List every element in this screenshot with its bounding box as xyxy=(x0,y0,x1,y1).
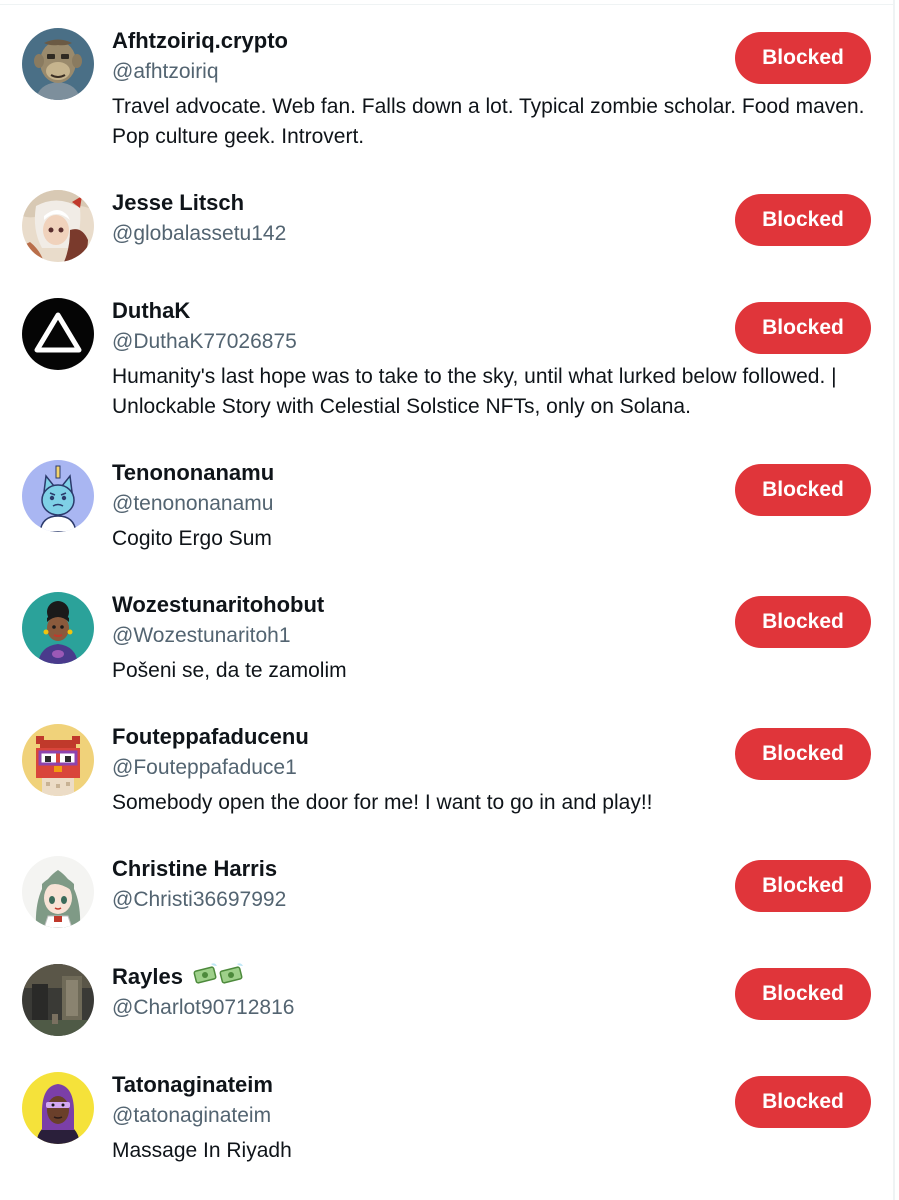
blocked-button[interactable]: Blocked xyxy=(735,194,871,246)
anime-art-avatar[interactable] xyxy=(22,190,94,262)
user-bio: Somebody open the door for me! I want to… xyxy=(112,791,653,814)
user-handle[interactable]: @Charlot90712816 xyxy=(112,993,294,1023)
user-handle[interactable]: @afhtzoiriq xyxy=(112,57,219,87)
blocked-button[interactable]: Blocked xyxy=(735,728,871,780)
blocked-button[interactable]: Blocked xyxy=(735,464,871,516)
user-display-name[interactable]: Tatonaginateim xyxy=(112,1070,273,1100)
user-display-name[interactable]: Rayles xyxy=(112,962,245,994)
user-bio: Travel advocate. Web fan. Falls down a l… xyxy=(112,95,865,148)
user-cell[interactable]: Tenononanamu @tenononanamu Cogito Ergo S… xyxy=(0,460,893,580)
user-bio: Cogito Ergo Sum xyxy=(112,527,272,550)
illustrated-woman-avatar[interactable] xyxy=(22,592,94,664)
user-handle[interactable]: @tatonaginateim xyxy=(112,1101,271,1131)
user-handle[interactable]: @Fouteppafaduce1 xyxy=(112,753,297,783)
user-handle[interactable]: @Christi36697992 xyxy=(112,885,286,915)
blocked-button[interactable]: Blocked xyxy=(735,596,871,648)
money-with-wings-emoji-icon xyxy=(193,962,245,994)
white-triangle-avatar[interactable] xyxy=(22,298,94,370)
blocked-button[interactable]: Blocked xyxy=(735,860,871,912)
user-bio: Massage In Riyadh xyxy=(112,1139,292,1162)
user-cell[interactable]: Rayles @Charlot90712816 Blocked xyxy=(0,962,893,1064)
user-bio: Humanity's last hope was to take to the … xyxy=(112,365,837,418)
user-display-name-text[interactable]: Rayles xyxy=(112,964,183,989)
pixel-owl-avatar[interactable] xyxy=(22,724,94,796)
illustrated-person-avatar[interactable] xyxy=(22,1072,94,1144)
anime-girl-avatar[interactable] xyxy=(22,856,94,928)
user-bio: Pošeni se, da te zamolim xyxy=(112,659,347,682)
user-display-name[interactable]: Fouteppafaducenu xyxy=(112,722,309,752)
user-cell[interactable]: Tatonaginateim @tatonaginateim Massage I… xyxy=(0,1072,893,1192)
bored-ape-avatar[interactable] xyxy=(22,28,94,100)
column-border xyxy=(893,0,895,1200)
blocked-button[interactable]: Blocked xyxy=(735,32,871,84)
user-handle[interactable]: @DuthaK77026875 xyxy=(112,327,297,357)
user-cell[interactable]: Jesse Litsch @globalassetu142 Blocked xyxy=(0,190,893,290)
user-cell[interactable]: Fouteppafaducenu @Fouteppafaduce1 Somebo… xyxy=(0,724,893,844)
user-cell[interactable]: DuthaK @DuthaK77026875 Humanity's last h… xyxy=(0,298,893,458)
user-handle[interactable]: @globalassetu142 xyxy=(112,219,286,249)
user-handle[interactable]: @Wozestunaritoh1 xyxy=(112,621,291,651)
blocked-button[interactable]: Blocked xyxy=(735,302,871,354)
user-display-name[interactable]: Jesse Litsch xyxy=(112,188,244,218)
cartoon-cat-avatar[interactable] xyxy=(22,460,94,532)
user-cell[interactable]: Wozestunaritohobut @Wozestunaritoh1 Poše… xyxy=(0,592,893,712)
blocked-button[interactable]: Blocked xyxy=(735,968,871,1020)
user-cell[interactable]: Christine Harris @Christi36697992 Blocke… xyxy=(0,856,893,956)
dark-photo-avatar[interactable] xyxy=(22,964,94,1036)
user-handle[interactable]: @tenononanamu xyxy=(112,489,273,519)
user-display-name[interactable]: Christine Harris xyxy=(112,854,277,884)
top-divider xyxy=(0,4,893,5)
user-display-name[interactable]: DuthaK xyxy=(112,296,190,326)
user-cell[interactable]: Afhtzoiriq.crypto @afhtzoiriq Travel adv… xyxy=(0,28,893,188)
user-display-name[interactable]: Afhtzoiriq.crypto xyxy=(112,26,288,56)
user-display-name[interactable]: Tenononanamu xyxy=(112,458,274,488)
user-display-name[interactable]: Wozestunaritohobut xyxy=(112,590,324,620)
blocked-button[interactable]: Blocked xyxy=(735,1076,871,1128)
